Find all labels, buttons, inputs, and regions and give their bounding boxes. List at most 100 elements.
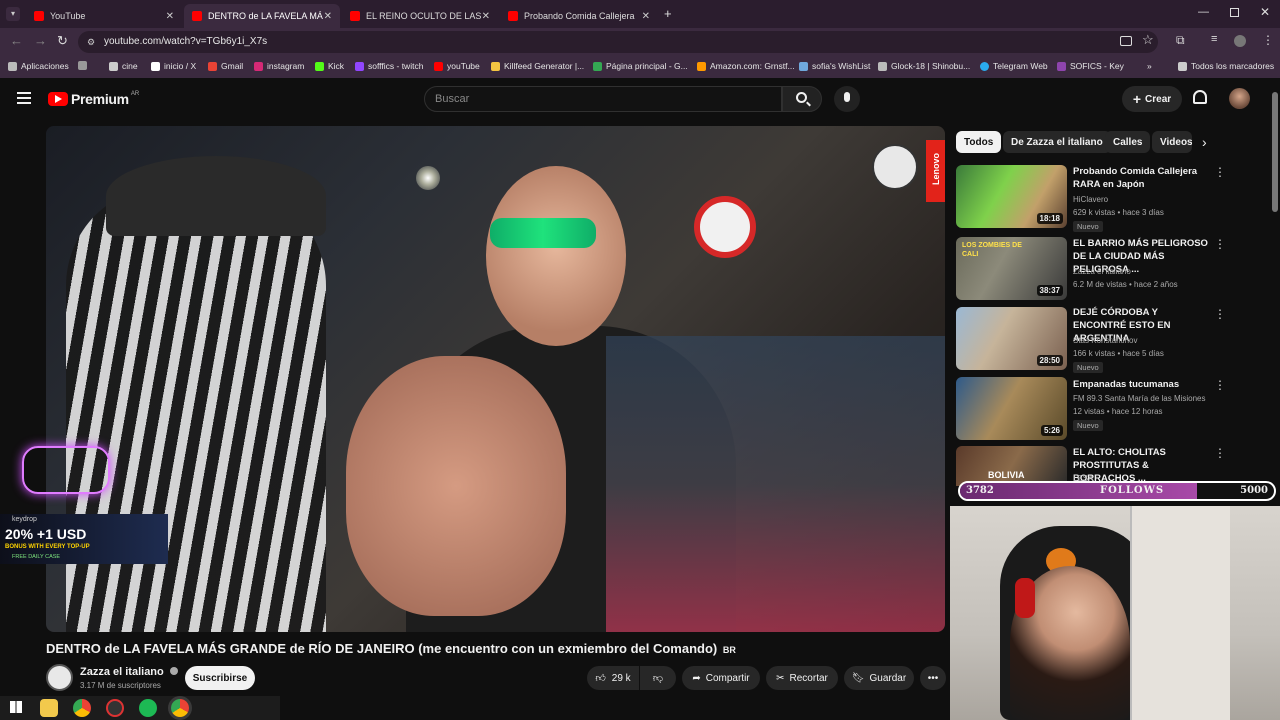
bookmark-amazon[interactable]: Amazon.com: Grnstf...: [697, 61, 795, 71]
video-scene-left-person: [66, 186, 326, 632]
tab-youtube[interactable]: YouTube ✕: [26, 4, 182, 28]
search-button[interactable]: [782, 86, 822, 112]
rec-duration: 5:26: [1040, 425, 1063, 436]
tab-current-video[interactable]: DENTRO de LA FAVELA MÁ ✕: [184, 4, 340, 28]
close-tab-icon[interactable]: ✕: [482, 11, 490, 22]
tab-reino-oculto[interactable]: EL REINO OCULTO DE LAS ORC ✕: [342, 4, 498, 28]
video-scene-face: [486, 166, 626, 346]
bookmark-aplicaciones[interactable]: Aplicaciones: [8, 61, 69, 71]
subscribe-button[interactable]: Suscribirse: [185, 666, 255, 690]
video-scene-cap: [106, 156, 326, 236]
video-player[interactable]: Lenovo: [46, 126, 945, 632]
file-explorer-icon[interactable]: [40, 699, 58, 717]
new-tab-icon[interactable]: +: [664, 6, 672, 21]
rec-menu-icon[interactable]: ⋮: [1214, 378, 1226, 392]
bookmark-x[interactable]: inicio / X: [151, 61, 196, 71]
rec-channel[interactable]: Stas Konstantinov: [1073, 336, 1137, 345]
chip-de-zazza[interactable]: De Zazza el italiano: [1003, 131, 1111, 153]
rec-channel[interactable]: Zazza el italiano: [1073, 267, 1131, 276]
close-tab-icon[interactable]: ✕: [324, 11, 332, 22]
restore-icon[interactable]: [1230, 8, 1239, 17]
channel-watermark-icon: [872, 144, 918, 190]
bookmark-wishlist[interactable]: sofia's WishList: [799, 61, 870, 71]
chip-calles[interactable]: Calles: [1105, 131, 1151, 153]
close-tab-icon[interactable]: ✕: [166, 11, 174, 22]
bookmark-pagina-principal[interactable]: Página principal - G...: [593, 61, 688, 71]
share-button[interactable]: ➦ Compartir: [682, 666, 760, 690]
rec-channel[interactable]: HiClavero: [1073, 195, 1108, 204]
dislike-button[interactable]: 👎︎: [640, 666, 676, 690]
bookmark-gmail[interactable]: Gmail: [208, 61, 243, 71]
reload-icon[interactable]: ↻: [57, 33, 68, 49]
rec-menu-icon[interactable]: ⋮: [1214, 237, 1226, 251]
stream-neon-logo: [22, 446, 110, 494]
rec-title[interactable]: EL ALTO: CHOLITAS PROSTITUTAS & BORRACHO…: [1073, 446, 1213, 485]
rec-thumbnail[interactable]: 5:26: [956, 377, 1067, 440]
notifications-bell-icon[interactable]: [1193, 90, 1207, 104]
wishlist-icon: [799, 61, 808, 71]
chip-videos[interactable]: Videos: [1152, 131, 1192, 153]
page-scrollbar[interactable]: [1272, 92, 1278, 212]
hamburger-menu-icon[interactable]: [17, 92, 31, 104]
bookmark-kick[interactable]: Kick: [315, 61, 344, 71]
bookmark-youtube[interactable]: youTube: [434, 61, 480, 71]
site-info-icon[interactable]: ⚙: [87, 31, 95, 53]
chip-todos[interactable]: Todos: [956, 131, 1002, 153]
windows-start-icon[interactable]: [10, 701, 22, 713]
youtube-logo[interactable]: Premium AR: [48, 91, 139, 107]
clip-button[interactable]: ✂ Recortar: [766, 666, 838, 690]
bookmark-grid[interactable]: [78, 61, 91, 70]
bookmark-all[interactable]: Todos los marcadores: [1178, 61, 1274, 71]
create-button[interactable]: + Crear: [1122, 86, 1182, 112]
close-window-icon[interactable]: ✕: [1260, 5, 1270, 19]
minimize-icon[interactable]: —: [1198, 6, 1209, 18]
bookmark-glock[interactable]: Glock-18 | Shinobu...: [878, 61, 970, 71]
rec-title[interactable]: Probando Comida Callejera RARA en Japón: [1073, 165, 1213, 191]
cast-icon[interactable]: [1120, 36, 1132, 46]
url-field[interactable]: ⚙ youtube.com/watch?v=TGb6y1i_X7s: [78, 31, 1158, 53]
chrome-active-icon[interactable]: [171, 699, 189, 717]
channel-avatar[interactable]: [46, 664, 73, 691]
bookmark-cine[interactable]: cine: [109, 61, 138, 71]
microphone-icon: [844, 92, 850, 102]
bookmark-instagram[interactable]: instagram: [254, 61, 304, 71]
profile-icon[interactable]: [1234, 35, 1246, 47]
country-flag-badge: BR: [722, 645, 736, 655]
promo-line3: FREE DAILY CASE: [12, 554, 61, 560]
save-button[interactable]: 🔖︎ Guardar: [844, 666, 914, 690]
forward-icon[interactable]: →: [34, 33, 47, 48]
rec-thumbnail[interactable]: 28:50: [956, 307, 1067, 370]
chrome-icon[interactable]: [73, 699, 91, 717]
bookmark-star-icon[interactable]: ☆: [1142, 32, 1154, 48]
bookmark-telegram[interactable]: Telegram Web: [980, 61, 1048, 71]
like-button[interactable]: 👍︎ 29 k: [587, 666, 639, 690]
spotify-icon[interactable]: [139, 699, 157, 717]
back-icon[interactable]: ←: [10, 33, 23, 48]
rec-channel[interactable]: FM 89.3 Santa María de las Misiones: [1073, 394, 1206, 403]
more-actions-button[interactable]: •••: [920, 666, 946, 690]
extensions-icon[interactable]: ⧉: [1176, 33, 1185, 48]
bookmark-twitch[interactable]: sofffics - twitch: [355, 61, 423, 71]
avatar[interactable]: [1229, 88, 1250, 109]
tab-search-icon[interactable]: ▾: [6, 7, 20, 21]
media-icon[interactable]: ≡: [1211, 33, 1217, 45]
bookmark-sofics-key[interactable]: SOFICS - Key: [1057, 61, 1124, 71]
rec-thumbnail[interactable]: LOS ZOMBIES DE CALI 38:37: [956, 237, 1067, 300]
search-input[interactable]: Buscar: [424, 86, 782, 112]
rec-thumbnail[interactable]: 18:18: [956, 165, 1067, 228]
youtube-icon: [434, 61, 443, 71]
close-tab-icon[interactable]: ✕: [642, 11, 650, 22]
rec-menu-icon[interactable]: ⋮: [1214, 446, 1226, 460]
browser-menu-icon[interactable]: ⋮: [1262, 33, 1274, 47]
tab-comida-callejera[interactable]: Probando Comida Callejera RAR ✕: [500, 4, 658, 28]
bookmarks-overflow-icon[interactable]: »: [1147, 61, 1152, 71]
bookmark-killfeed[interactable]: Killfeed Generator |...: [491, 61, 584, 71]
rec-thumbnail[interactable]: BOLIVIA: [956, 446, 1067, 486]
rec-title[interactable]: Empanadas tucumanas: [1073, 378, 1213, 391]
app-icon[interactable]: [106, 699, 124, 717]
rec-menu-icon[interactable]: ⋮: [1214, 307, 1226, 321]
channel-name[interactable]: Zazza el italiano: [80, 666, 178, 678]
rec-menu-icon[interactable]: ⋮: [1214, 165, 1226, 179]
voice-search-button[interactable]: [834, 86, 860, 112]
chip-scroll-right-icon[interactable]: ›: [1202, 134, 1207, 150]
